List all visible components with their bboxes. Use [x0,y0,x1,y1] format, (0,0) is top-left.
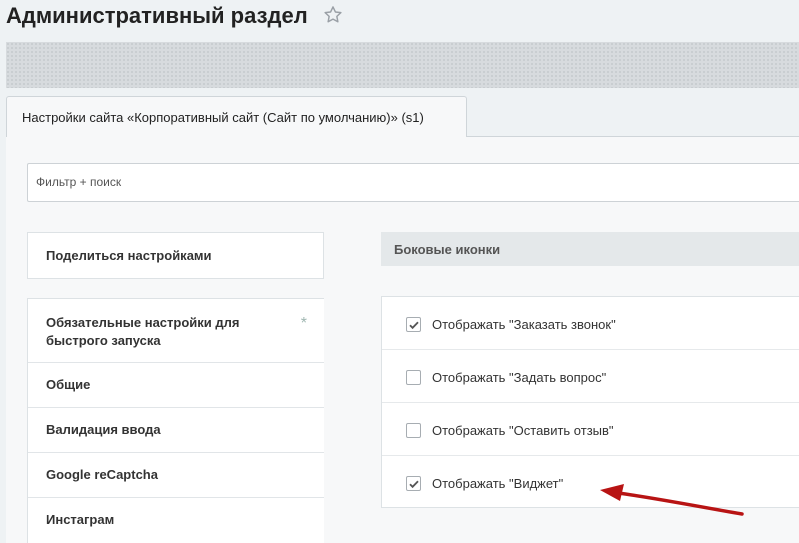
tab-label: Настройки сайта «Корпоративный сайт (Сай… [22,110,424,125]
sidebar-item-input-validation[interactable]: Валидация ввода [28,408,324,453]
check-icon [409,321,419,330]
option-label: Отображать "Виджет" [432,476,564,491]
red-arrow-icon [600,484,744,516]
side-icons-options: Отображать "Заказать звонок" Отображать … [381,296,799,508]
section-header: Боковые иконки [381,232,799,266]
sidebar-item-label: Инстаграм [46,512,115,527]
required-asterisk-icon: * [300,315,307,332]
tab-site-settings[interactable]: Настройки сайта «Корпоративный сайт (Сай… [6,96,467,137]
checkbox-ask-question[interactable] [406,370,421,385]
checkbox-widget[interactable] [406,476,421,491]
option-label: Отображать "Оставить отзыв" [432,423,614,438]
sidebar-nav: Обязательные настройки для быстрого запу… [27,298,324,543]
filter-search-box[interactable] [27,163,799,202]
sidebar-item-label: Обязательные настройки для быстрого запу… [46,315,240,348]
option-row: Отображать "Оставить отзыв" [382,403,799,456]
checkbox-order-call[interactable] [406,317,421,332]
sidebar-item-recaptcha[interactable]: Google reCaptcha [28,453,324,498]
filter-search-input[interactable] [36,175,536,189]
sidebar-item-general[interactable]: Общие [28,363,324,408]
sidebar-item-label: Общие [46,377,91,392]
section-title: Боковые иконки [394,242,501,257]
page-header: Административный раздел [0,0,799,40]
option-label: Отображать "Задать вопрос" [432,370,607,385]
toolbar-strip [6,42,799,88]
checkbox-leave-review[interactable] [406,423,421,438]
option-row: Отображать "Задать вопрос" [382,350,799,403]
option-row: Отображать "Заказать звонок" [382,297,799,350]
sidebar-item-label: Google reCaptcha [46,467,158,482]
star-icon[interactable] [322,4,344,26]
share-settings-label: Поделиться настройками [46,248,212,263]
page-title: Административный раздел [6,3,308,28]
share-settings-card[interactable]: Поделиться настройками [27,232,324,279]
option-label: Отображать "Заказать звонок" [432,317,616,332]
sidebar-item-instagram[interactable]: Инстаграм [28,498,324,543]
sidebar-item-required-settings[interactable]: Обязательные настройки для быстрого запу… [28,299,324,363]
check-icon [409,480,419,489]
sidebar-item-label: Валидация ввода [46,422,161,437]
